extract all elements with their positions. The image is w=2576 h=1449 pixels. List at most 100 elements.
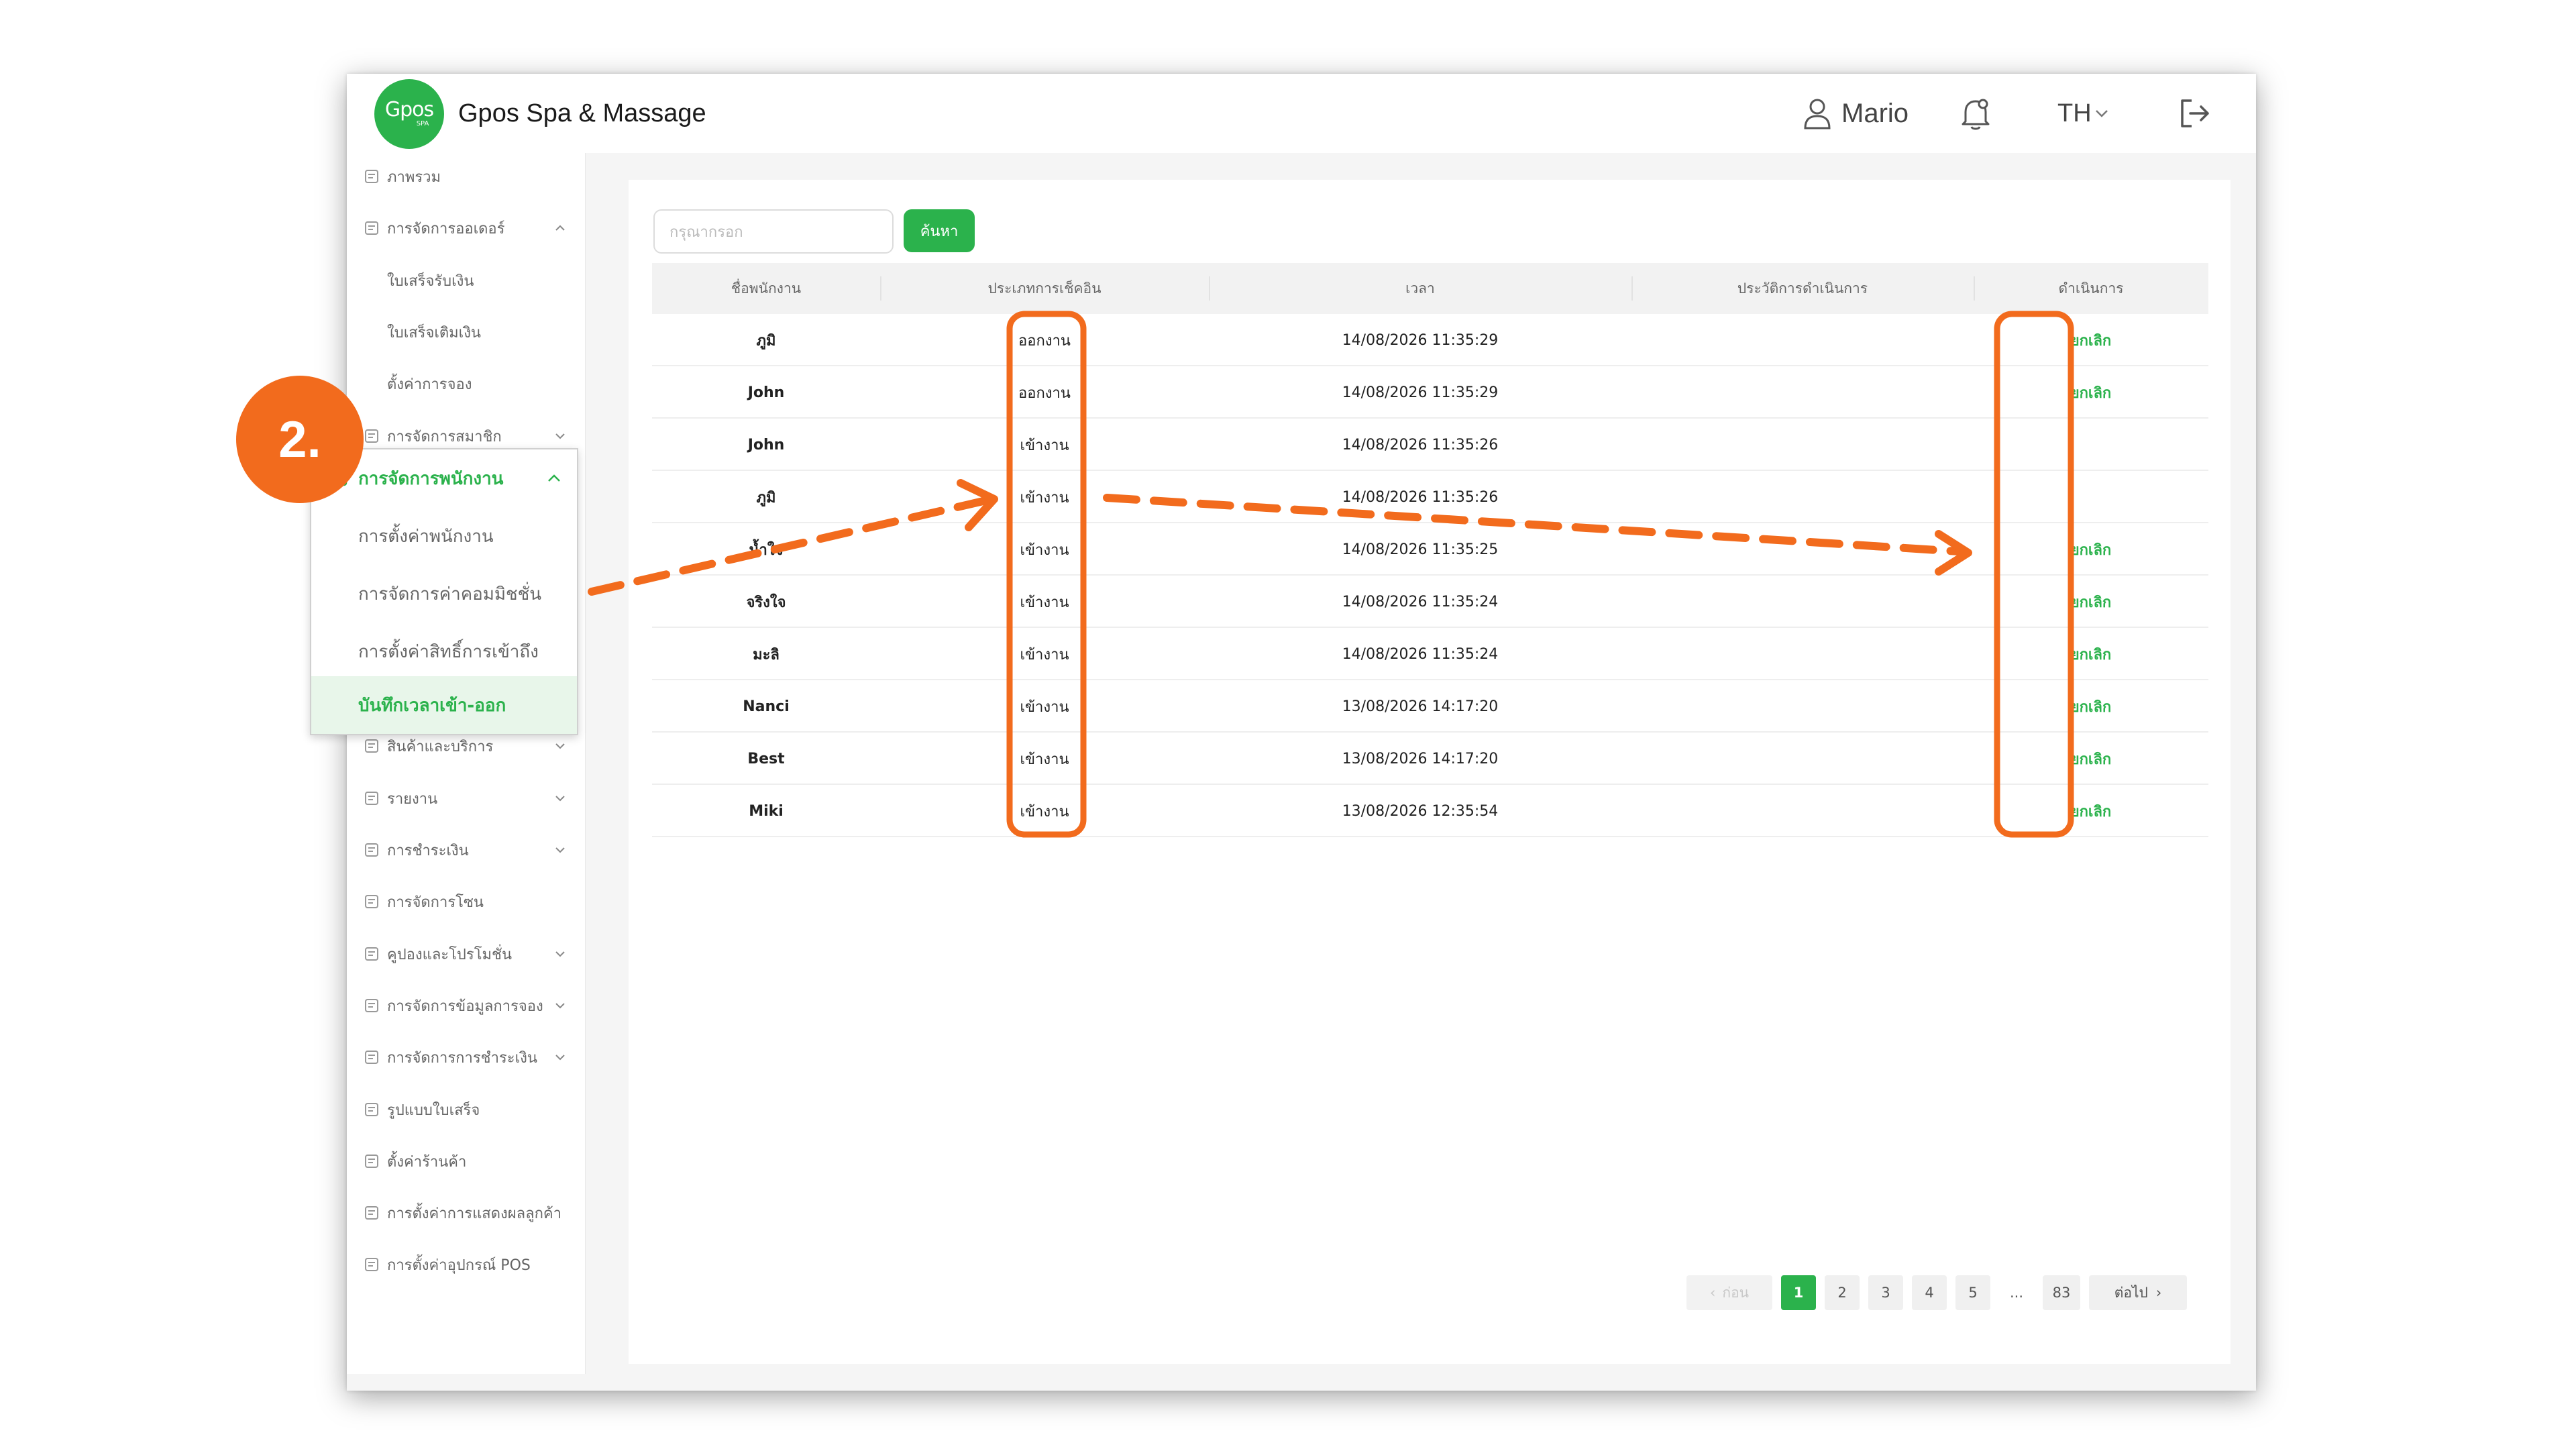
pagination-page-3[interactable]: 3 (1868, 1275, 1903, 1310)
cell-employee-name: Nanci (743, 698, 790, 715)
sidebar-item-label: การตั้งค่าอุปกรณ์ POS (387, 1256, 531, 1274)
language-selector[interactable]: TH (2057, 74, 2109, 153)
sidebar-item-time-attendance[interactable]: บันทึกเวลาเข้า-ออก (311, 676, 577, 734)
cell-history (1631, 733, 1974, 785)
column-header-time: เวลา (1405, 280, 1435, 297)
cell-checkin-type: เข้างาน (1020, 698, 1069, 716)
cell-time: 14/08/2026 11:35:25 (1342, 541, 1499, 558)
sidebar-item[interactable]: การตั้งค่าอุปกรณ์ POS (347, 1244, 586, 1285)
sidebar-item-employee-settings[interactable]: การตั้งค่าพนักงาน (311, 507, 577, 565)
sidebar-item[interactable]: ใบเสร็จรับเงิน (347, 260, 586, 301)
employee-submenu-zoom: การจัดการพนักงาน การตั้งค่าพนักงาน การจั… (310, 448, 578, 735)
cell-checkin-type: เข้างาน (1020, 803, 1069, 820)
logout-button[interactable] (2178, 74, 2212, 153)
cancel-link[interactable]: ยกเลิก (1974, 733, 2208, 785)
sidebar-item[interactable]: ตั้งค่าการจอง (347, 364, 586, 404)
cell-history (1631, 785, 1974, 837)
logo-subtext: SPA (416, 120, 429, 127)
order-icon (363, 219, 380, 237)
store-icon (363, 1152, 380, 1170)
sidebar-item[interactable]: รายงาน (347, 778, 586, 818)
sidebar-item-label: การจัดการพนักงาน (358, 468, 504, 489)
sidebar-item[interactable]: การชำระเงิน (347, 830, 586, 870)
table-row: ภูมิ เข้างาน 14/08/2026 11:35:26 (652, 471, 2208, 523)
chevron-left-icon: ‹ (1709, 1285, 1716, 1301)
user-menu[interactable]: Mario (1803, 74, 1909, 153)
notification-button[interactable] (1960, 74, 1991, 153)
cancel-link[interactable]: ยกเลิก (1974, 576, 2208, 628)
sidebar-item-label: การจัดการค่าคอมมิชชั่น (358, 584, 542, 604)
chevron-up-icon (552, 220, 568, 236)
cell-history (1631, 419, 1974, 471)
cell-time: 14/08/2026 11:35:29 (1342, 331, 1499, 349)
report-icon (363, 790, 380, 807)
cell-checkin-type: เข้างาน (1020, 751, 1069, 768)
column-header-checkin-type: ประเภทการเช็คอิน (987, 280, 1102, 297)
chevron-down-icon (2095, 110, 2108, 117)
table-row: John เข้างาน 14/08/2026 11:35:26 (652, 419, 2208, 471)
cell-checkin-type: เข้างาน (1020, 646, 1069, 663)
column-header-action: ดำเนินการ (2058, 280, 2124, 297)
sidebar-item-label: สินค้าและบริการ (387, 738, 494, 755)
app-window: Gpos SPA Gpos Spa & Massage Mario TH ภาพ… (347, 74, 2256, 1391)
pagination-page-1[interactable]: 1 (1781, 1275, 1816, 1310)
cancel-link[interactable]: ยกเลิก (1974, 628, 2208, 680)
sidebar-item[interactable]: รูปแบบใบเสร็จ (347, 1089, 586, 1130)
cell-employee-name: Best (747, 750, 785, 767)
sidebar: ภาพรวมการจัดการออเดอร์ใบเสร็จรับเงินใบเส… (347, 153, 586, 1374)
sidebar-item[interactable]: ภาพรวม (347, 156, 586, 197)
pagination-next-label: ต่อไป (2114, 1284, 2148, 1301)
chevron-down-icon (552, 790, 568, 806)
cell-checkin-type: เข้างาน (1020, 541, 1069, 559)
sidebar-item[interactable]: คูปองและโปรโมชั่น (347, 934, 586, 974)
language-label: TH (2057, 99, 2092, 127)
cancel-link[interactable]: ยกเลิก (1974, 785, 2208, 837)
logo-text: Gpos (384, 98, 434, 121)
sidebar-item-label: รายงาน (387, 790, 438, 808)
pagination-page-5[interactable]: 5 (1955, 1275, 1990, 1310)
cancel-link[interactable]: ยกเลิก (1974, 314, 2208, 366)
search-input[interactable]: กรุณากรอก (653, 209, 894, 254)
table-row: Best เข้างาน 13/08/2026 14:17:20 ยกเลิก (652, 733, 2208, 785)
sidebar-item[interactable]: การตั้งค่าการแสดงผลลูกค้า (347, 1193, 586, 1233)
chevron-down-icon (552, 842, 568, 858)
cell-employee-name: John (747, 384, 785, 401)
sidebar-item[interactable]: ใบเสร็จเติมเงิน (347, 312, 586, 352)
sidebar-item-label: ใบเสร็จรับเงิน (387, 272, 474, 290)
cell-checkin-type: ออกงาน (1018, 332, 1071, 350)
pagination-page-83[interactable]: 83 (2043, 1275, 2080, 1310)
pagination-page-4[interactable]: 4 (1912, 1275, 1947, 1310)
sidebar-item[interactable]: การจัดการออเดอร์ (347, 208, 586, 248)
table-row: John ออกงาน 14/08/2026 11:35:29 ยกเลิก (652, 366, 2208, 419)
sidebar-item[interactable]: ตั้งค่าร้านค้า (347, 1141, 586, 1181)
cancel-link[interactable]: ยกเลิก (1974, 680, 2208, 733)
table-row: จริงใจ เข้างาน 14/08/2026 11:35:24 ยกเลิก (652, 576, 2208, 628)
column-header-name: ชื่อพนักงาน (731, 280, 802, 297)
cell-history (1631, 471, 1974, 523)
cancel-link[interactable]: ยกเลิก (1974, 366, 2208, 419)
sidebar-item-label: การชำระเงิน (387, 842, 469, 859)
sidebar-item-commission[interactable]: การจัดการค่าคอมมิชชั่น (311, 565, 577, 623)
payment-manage-icon (363, 1049, 380, 1066)
cell-time: 14/08/2026 11:35:24 (1342, 645, 1499, 663)
sidebar-item[interactable]: การจัดการข้อมูลการจอง (347, 985, 586, 1026)
chevron-down-icon (552, 738, 568, 754)
user-name: Mario (1841, 98, 1909, 128)
search-button[interactable]: ค้นหา (904, 209, 975, 252)
sidebar-item[interactable]: การจัดการการชำระเงิน (347, 1037, 586, 1077)
pagination-ellipsis: ... (2009, 1285, 2024, 1301)
overview-icon (363, 168, 380, 185)
pagination-next[interactable]: ต่อไป › (2089, 1275, 2187, 1310)
cell-employee-name: Miki (749, 802, 784, 820)
sidebar-item-access-rights[interactable]: การตั้งค่าสิทธิ์การเข้าถึง (311, 623, 577, 680)
sidebar-item-label: ตั้งค่าการจอง (387, 376, 472, 393)
step-badge: 2. (236, 376, 364, 503)
app-logo[interactable]: Gpos SPA (374, 79, 444, 149)
cell-time: 13/08/2026 12:35:54 (1342, 802, 1499, 820)
cancel-link[interactable]: ยกเลิก (1974, 523, 2208, 576)
sidebar-item[interactable]: การจัดการโซน (347, 881, 586, 922)
pagination-page-2[interactable]: 2 (1825, 1275, 1860, 1310)
cell-employee-name: มะลิ (753, 646, 780, 663)
cell-time: 13/08/2026 14:17:20 (1342, 698, 1499, 715)
pagination-prev[interactable]: ‹ ก่อน (1686, 1275, 1772, 1310)
